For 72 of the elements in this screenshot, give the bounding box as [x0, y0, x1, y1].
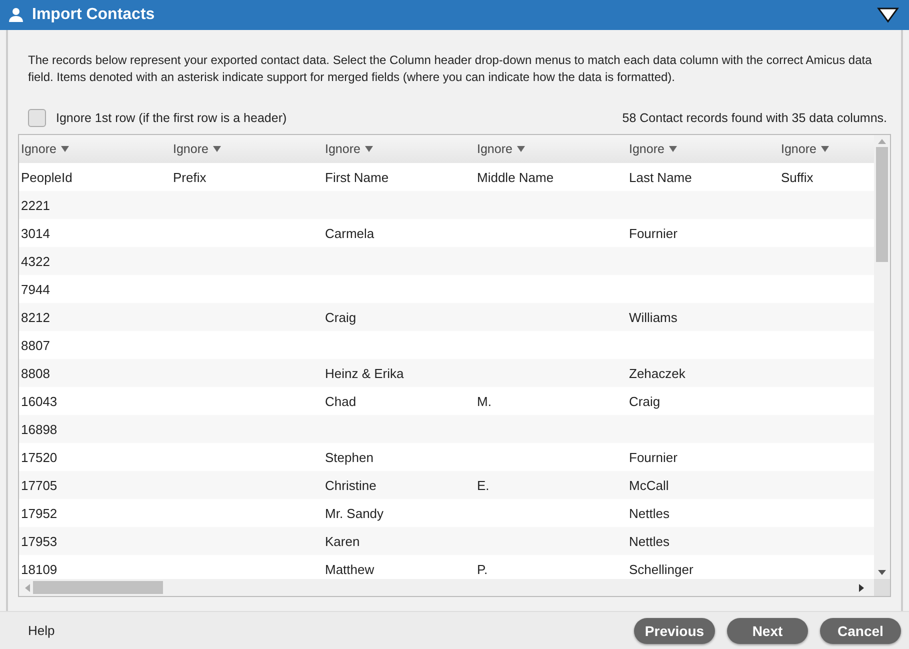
ignore-first-row-checkbox[interactable]: Ignore 1st row (if the first row is a header) — [28, 109, 287, 127]
column-mapping-dropdown[interactable]: Ignore — [781, 142, 830, 156]
scroll-right-arrow-icon[interactable] — [859, 584, 865, 592]
table-cell: Carmela — [325, 226, 374, 240]
caret-icon — [213, 146, 222, 152]
table-cell: Stephen — [325, 450, 374, 464]
column-mapping-dropdown[interactable]: Ignore — [21, 142, 70, 156]
table-cell: Fournier — [629, 450, 678, 464]
table-cell: Chad — [325, 394, 356, 408]
table-cell: Williams — [629, 310, 678, 324]
table-cell: Prefix — [173, 170, 206, 184]
caret-icon — [517, 146, 526, 152]
column-mapping-dropdown[interactable]: Ignore — [629, 142, 678, 156]
horizontal-scrollbar[interactable] — [19, 579, 890, 596]
person-icon — [8, 7, 24, 23]
table-cell: 17953 — [21, 534, 58, 548]
table-cell: 8808 — [21, 366, 50, 380]
column-mapping-dropdown[interactable]: Ignore — [325, 142, 374, 156]
table-cell: M. — [477, 394, 492, 408]
table-cell: Christine — [325, 478, 376, 492]
table-cell: Schellinger — [629, 562, 694, 576]
table-cell: E. — [477, 478, 490, 492]
table-cell: Last Name — [629, 170, 692, 184]
table-cell: First Name — [325, 170, 389, 184]
footer-button[interactable]: Cancel — [820, 618, 901, 644]
table-cell: Craig — [629, 394, 660, 408]
table-cell: 3014 — [21, 226, 50, 240]
column-mapping-dropdown[interactable]: Ignore — [477, 142, 526, 156]
column-mapping-dropdown[interactable]: Ignore — [173, 142, 222, 156]
window-title: Import Contacts — [32, 6, 156, 24]
table-cell: McCall — [629, 478, 669, 492]
table-cell: Middle Name — [477, 170, 554, 184]
table-cell: 8212 — [21, 310, 50, 324]
table-cell: 17705 — [21, 478, 58, 492]
caret-icon — [61, 146, 70, 152]
table-cell: Nettles — [629, 534, 670, 548]
table-cell: PeopleId — [21, 170, 72, 184]
table-cell: 7944 — [21, 282, 50, 296]
table-cell: Karen — [325, 534, 360, 548]
table-cell: Nettles — [629, 506, 670, 520]
table-cell: 17520 — [21, 450, 58, 464]
scrollbar-thumb[interactable] — [876, 147, 888, 262]
table-cell: 17952 — [21, 506, 58, 520]
table-cell: 16898 — [21, 422, 58, 436]
scroll-down-arrow-icon[interactable] — [878, 570, 886, 576]
caret-icon — [669, 146, 678, 152]
table-cell: Mr. Sandy — [325, 506, 384, 520]
table-cell: 18109 — [21, 562, 58, 576]
table-cell: Craig — [325, 310, 356, 324]
footer-button[interactable]: Next — [727, 618, 808, 644]
table-cell: P. — [477, 562, 488, 576]
table-cell: 16043 — [21, 394, 58, 408]
scrollbar-corner — [874, 579, 890, 596]
table-cell: Matthew — [325, 562, 374, 576]
dropdown-triangle-icon[interactable] — [877, 7, 899, 23]
vertical-scrollbar[interactable] — [874, 135, 890, 579]
caret-icon — [821, 146, 830, 152]
footer-button[interactable]: Previous — [634, 618, 715, 644]
scroll-left-arrow-icon[interactable] — [24, 584, 30, 592]
table-cell: 8807 — [21, 338, 50, 352]
table-cell: 4322 — [21, 254, 50, 268]
scroll-up-arrow-icon[interactable] — [878, 138, 886, 144]
caret-icon — [365, 146, 374, 152]
table-cell: Suffix — [781, 170, 814, 184]
table-cell: Heinz & Erika — [325, 366, 404, 380]
table-cell: Fournier — [629, 226, 678, 240]
help-link[interactable]: Help — [28, 623, 55, 638]
table-cell: Zehaczek — [629, 366, 686, 380]
instructions-text: The records below represent your exported contact data. Select the Column header drop-down menus to match each data column with the correct Amicus data field. Items denoted with an asterisk indicate support for merged fields (where you can indicate how the data is formatted). — [28, 52, 873, 86]
scrollbar-thumb[interactable] — [33, 581, 163, 594]
records-summary: 58 Contact records found with 35 data columns. — [622, 111, 887, 125]
table-cell: 2221 — [21, 198, 50, 212]
